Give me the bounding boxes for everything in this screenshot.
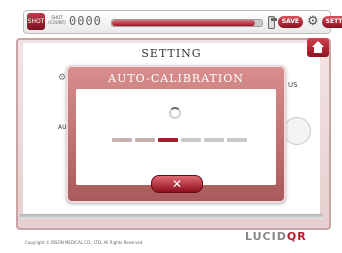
background-text-right: US xyxy=(288,81,298,89)
logo-text: LUCID xyxy=(245,230,287,243)
page-title: SETTING xyxy=(141,47,202,60)
progress-fill xyxy=(112,20,255,26)
save-button[interactable]: SAVE xyxy=(268,15,303,29)
gear-icon: ⚙ xyxy=(307,14,319,29)
spinner-icon xyxy=(169,107,181,119)
save-label: SAVE xyxy=(277,16,303,28)
background-round-button xyxy=(283,117,311,145)
close-icon: ✕ xyxy=(171,177,183,191)
step-dot xyxy=(181,138,201,142)
step-dot xyxy=(204,138,224,142)
shot-count-label: SHOT (COUNT) xyxy=(48,15,66,25)
step-dot xyxy=(112,138,132,142)
setting-label: SETTING xyxy=(321,16,342,28)
progress-bar xyxy=(111,19,263,27)
logo-accent: QR xyxy=(286,230,307,243)
background-gear-icon: ⚙ xyxy=(58,73,67,83)
save-icon xyxy=(268,15,277,29)
top-toolbar: SHOT SHOT (COUNT) 0000 SAVE ⚙ SETTING xyxy=(23,10,342,34)
footer-divider xyxy=(19,214,323,219)
step-dot xyxy=(158,138,178,142)
dialog-title: AUTO-CALIBRATION xyxy=(108,72,244,85)
step-dot xyxy=(135,138,155,142)
copyright-text: Copyright © BISON MEDICAL CO., LTD. All … xyxy=(25,240,144,245)
calibration-dialog: AUTO-CALIBRATION ✕ xyxy=(66,65,286,203)
close-button[interactable]: ✕ xyxy=(151,175,203,193)
home-icon[interactable] xyxy=(307,38,329,57)
step-indicator xyxy=(112,138,247,142)
setting-button[interactable]: ⚙ SETTING xyxy=(307,15,342,29)
shot-icon: SHOT xyxy=(27,13,45,30)
step-dot xyxy=(227,138,247,142)
shot-count-value: 0000 xyxy=(69,14,102,28)
brand-logo: LUCIDQR xyxy=(245,230,307,243)
dialog-body xyxy=(76,89,276,185)
